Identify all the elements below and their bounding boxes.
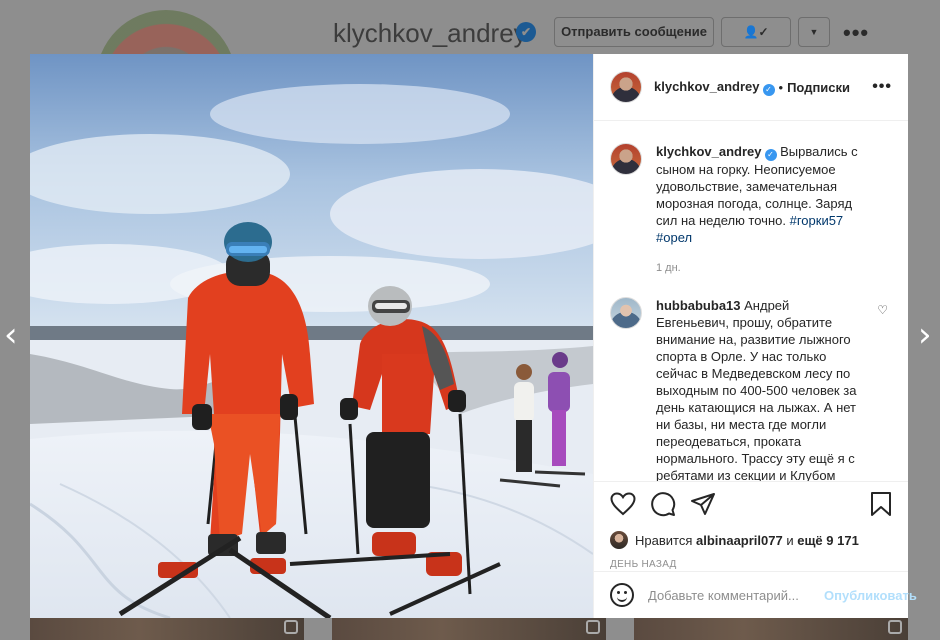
author-username-text[interactable]: klychkov_andrey xyxy=(654,79,760,94)
grid-post-thumbnail[interactable] xyxy=(634,618,908,640)
post-header: klychkov_andrey ✓ • Подписки ••• xyxy=(594,54,908,121)
verified-badge-icon: ✓ xyxy=(764,149,777,161)
post-photo[interactable] xyxy=(30,54,593,618)
caption: klychkov_andrey ✓ Вырвались с сыном на го… xyxy=(610,143,892,277)
grid-post-thumbnail[interactable] xyxy=(30,618,304,640)
carousel-icon xyxy=(888,620,902,634)
bookmark-icon[interactable] xyxy=(870,491,892,522)
caption-author-avatar[interactable] xyxy=(610,143,642,175)
caption-body: klychkov_andrey ✓ Вырвались с сыном на го… xyxy=(656,143,861,277)
suggestions-dropdown-button[interactable]: ▼ xyxy=(798,17,830,47)
skiers-photo-illustration xyxy=(30,54,593,618)
author-avatar[interactable] xyxy=(610,71,642,103)
publish-button[interactable]: Опубликовать xyxy=(824,588,917,603)
post-options-icon[interactable]: ••• xyxy=(872,78,892,96)
post-date[interactable]: ДЕНЬ НАЗАД xyxy=(610,559,892,570)
author-username[interactable]: klychkov_andrey ✓ xyxy=(654,79,775,96)
profile-post-grid xyxy=(30,618,908,640)
verified-badge-icon: ✔ xyxy=(516,22,536,42)
comment-body: hubbabuba13 Андрей Евгеньевич, прошу, об… xyxy=(656,297,861,481)
caption-username[interactable]: klychkov_andrey xyxy=(656,144,762,159)
caption-timestamp[interactable]: 1 дн. xyxy=(656,260,861,277)
following-button[interactable]: Подписки xyxy=(787,80,850,95)
post-actions: Нравится albinaapril077 и ещё 9 171 ДЕНЬ… xyxy=(594,481,908,571)
add-comment-bar: Опубликовать xyxy=(594,571,917,618)
verified-badge-icon: ✓ xyxy=(762,83,775,96)
comment-like-heart-icon[interactable]: ♡ xyxy=(877,303,888,317)
comment-icon[interactable] xyxy=(650,491,676,522)
likes-prefix: Нравится xyxy=(635,532,693,548)
following-button[interactable]: 👤✓ xyxy=(721,17,791,47)
grid-post-thumbnail[interactable] xyxy=(332,618,606,640)
liker-avatar[interactable] xyxy=(610,531,628,549)
hashtag-link[interactable]: #орел xyxy=(656,230,692,245)
likes-count-link[interactable]: ещё 9 171 xyxy=(797,533,859,548)
header-separator-dot: • xyxy=(778,79,784,95)
post-side-panel: klychkov_andrey ✓ • Подписки ••• klychkov… xyxy=(593,54,917,618)
comment-item: hubbabuba13 Андрей Евгеньевич, прошу, об… xyxy=(610,297,892,481)
profile-username: klychkov_andrey xyxy=(333,18,527,48)
likes-summary: Нравится albinaapril077 и ещё 9 171 xyxy=(610,531,892,549)
commenter-username[interactable]: hubbabuba13 xyxy=(656,298,741,313)
comment-input[interactable] xyxy=(648,587,824,603)
comments-list[interactable]: klychkov_andrey ✓ Вырвались с сыном на го… xyxy=(594,121,908,481)
hashtag-link[interactable]: #горки57 xyxy=(790,213,844,228)
liker-username[interactable]: albinaapril077 xyxy=(696,533,783,548)
next-post-arrow-icon[interactable]: › xyxy=(918,318,932,352)
commenter-avatar[interactable] xyxy=(610,297,642,329)
action-icons-row xyxy=(610,491,892,522)
carousel-icon xyxy=(586,620,600,634)
likes-conjunction: и xyxy=(786,532,794,548)
share-icon[interactable] xyxy=(690,492,716,521)
comment-text: Андрей Евгеньевич, прошу, обратите внима… xyxy=(656,298,857,481)
previous-post-arrow-icon[interactable]: ‹ xyxy=(4,318,18,352)
heart-icon[interactable] xyxy=(610,491,636,521)
post-modal: klychkov_andrey ✓ • Подписки ••• klychkov… xyxy=(30,54,917,618)
send-message-button[interactable]: Отправить сообщение xyxy=(554,17,714,47)
carousel-icon xyxy=(284,620,298,634)
profile-more-icon[interactable]: ••• xyxy=(843,20,869,46)
emoji-icon[interactable] xyxy=(610,583,634,607)
